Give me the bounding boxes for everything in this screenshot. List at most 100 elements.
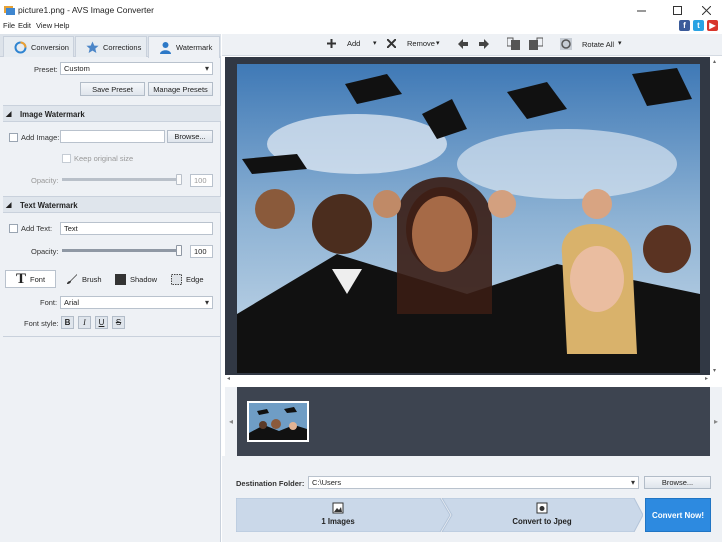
rotate-all-label: Rotate All (582, 39, 615, 49)
rotate-left-icon (507, 37, 520, 50)
rotate-dropdown-chevron-icon[interactable]: ▾ (618, 39, 622, 47)
window-title: picture1.png - AVS Image Converter (18, 5, 154, 15)
add-image-label: Add Image: (21, 133, 60, 142)
image-opacity-label: Opacity: (31, 176, 59, 185)
add-text-label: Add Text: (21, 224, 53, 233)
image-file-icon (332, 502, 344, 514)
image-path-input[interactable] (60, 130, 165, 143)
destination-label: Destination Folder: (236, 479, 305, 488)
tab-watermark[interactable]: Watermark (148, 36, 220, 58)
add-button[interactable]: Add (327, 39, 360, 48)
bold-button[interactable]: B (61, 316, 74, 329)
toolbar: Add ▾ Remove ▾ Rotate All ▾ (222, 34, 722, 56)
rotate-right-button[interactable] (529, 37, 543, 51)
add-image-checkbox[interactable] (9, 133, 18, 142)
tab-corrections[interactable]: Corrections (75, 36, 147, 57)
text-opacity-slider[interactable] (62, 249, 179, 252)
next-button[interactable] (479, 39, 489, 49)
images-count-label: 1 Images (321, 517, 355, 526)
preset-value: Custom (64, 64, 90, 73)
font-select[interactable]: Arial (60, 296, 213, 309)
remove-button[interactable]: Remove (387, 39, 435, 48)
browse-image-button[interactable]: Browse... (167, 130, 213, 143)
font-t-icon: T (16, 270, 27, 287)
previous-button[interactable] (458, 39, 468, 49)
font-tab-button[interactable]: T Font (5, 270, 56, 288)
preview-image (237, 64, 700, 373)
brush-tab-button[interactable]: Brush (66, 270, 102, 288)
close-button[interactable] (691, 0, 722, 20)
tab-watermark-label: Watermark (176, 43, 213, 52)
rotate-right-icon (529, 37, 543, 50)
plus-icon (327, 39, 336, 48)
graduates-photo (237, 64, 700, 373)
menu-file[interactable]: File (3, 21, 15, 30)
title-bar: picture1.png - AVS Image Converter (0, 0, 722, 20)
rotate-all-icon (560, 38, 572, 50)
close-icon (702, 5, 711, 15)
image-opacity-slider[interactable] (62, 178, 179, 181)
image-opacity-value[interactable]: 100 (190, 174, 213, 187)
text-watermark-header[interactable]: ◢ Text Watermark (3, 196, 221, 213)
menu-help[interactable]: Help (54, 21, 69, 30)
menu-edit[interactable]: Edit (18, 21, 31, 30)
collapse-triangle-icon: ◢ (6, 202, 12, 209)
collapse-triangle-icon: ◢ (6, 111, 12, 118)
text-opacity-label: Opacity: (31, 247, 59, 256)
convert-now-button[interactable]: Convert Now! (645, 498, 711, 532)
watermark-text-input[interactable]: Text (60, 222, 213, 235)
filmstrip-right-icon[interactable]: ▸ (710, 387, 722, 456)
maximize-button[interactable] (662, 0, 693, 20)
filmstrip: ◂ ▸ (225, 387, 722, 456)
preset-label: Preset: (34, 65, 58, 74)
destination-path-input[interactable]: C:\Users (308, 476, 639, 489)
twitter-icon[interactable]: t (693, 20, 704, 31)
facebook-icon[interactable]: f (679, 20, 690, 31)
user-icon (160, 42, 171, 54)
italic-button[interactable]: I (78, 316, 91, 329)
tab-conversion[interactable]: Conversion (3, 36, 74, 57)
minimize-button[interactable] (626, 0, 657, 20)
text-opacity-value[interactable]: 100 (190, 245, 213, 258)
strikethrough-button[interactable]: S (112, 316, 125, 329)
text-opacity-thumb[interactable] (176, 245, 182, 256)
remove-x-icon (387, 39, 396, 48)
save-preset-button[interactable]: Save Preset (80, 82, 145, 96)
tab-conversion-label: Conversion (31, 42, 69, 52)
youtube-icon[interactable]: ▶ (707, 20, 718, 31)
keep-size-checkbox[interactable] (62, 154, 71, 163)
shadow-tab-button[interactable]: Shadow (115, 270, 157, 288)
shadow-icon (115, 273, 126, 285)
remove-dropdown-chevron-icon[interactable]: ▾ (436, 39, 440, 47)
edge-icon (171, 273, 182, 285)
preset-select[interactable]: Custom (60, 62, 213, 75)
horizontal-scrollbar[interactable]: ◂ ▸ (225, 375, 710, 385)
vertical-scrollbar[interactable]: ▴ ▾ (710, 57, 722, 375)
add-dropdown-chevron-icon[interactable]: ▾ (373, 39, 377, 47)
format-step: Convert to Jpeg (444, 502, 640, 526)
underline-button[interactable]: U (95, 316, 108, 329)
image-watermark-header[interactable]: ◢ Image Watermark (3, 105, 221, 122)
rotate-all-button[interactable]: Rotate All (559, 37, 614, 51)
image-watermark-title: Image Watermark (20, 110, 85, 119)
scroll-up-icon[interactable]: ▴ (713, 58, 716, 65)
scroll-left-icon[interactable]: ◂ (227, 375, 230, 382)
manage-presets-button[interactable]: Manage Presets (148, 82, 213, 96)
edge-tab-button[interactable]: Edge (171, 270, 204, 288)
scroll-right-icon[interactable]: ▸ (705, 375, 708, 382)
destination-path-value: C:\Users (312, 478, 342, 487)
menu-view[interactable]: View (36, 21, 52, 30)
menu-bar: File Edit View Help (0, 20, 722, 32)
camera-icon (536, 502, 548, 514)
rotate-left-button[interactable] (507, 37, 521, 51)
add-text-checkbox[interactable] (9, 224, 18, 233)
scroll-down-icon[interactable]: ▾ (713, 367, 716, 374)
browse-destination-button[interactable]: Browse... (644, 476, 711, 489)
tab-bar: Conversion Corrections Watermark (0, 34, 221, 58)
maximize-icon (673, 5, 682, 15)
output-panel: Destination Folder: C:\Users Browse... 1… (222, 456, 722, 542)
filmstrip-left-icon[interactable]: ◂ (225, 387, 237, 456)
image-opacity-thumb[interactable] (176, 174, 182, 185)
image-thumbnail[interactable] (247, 401, 309, 442)
add-label: Add (347, 39, 361, 48)
